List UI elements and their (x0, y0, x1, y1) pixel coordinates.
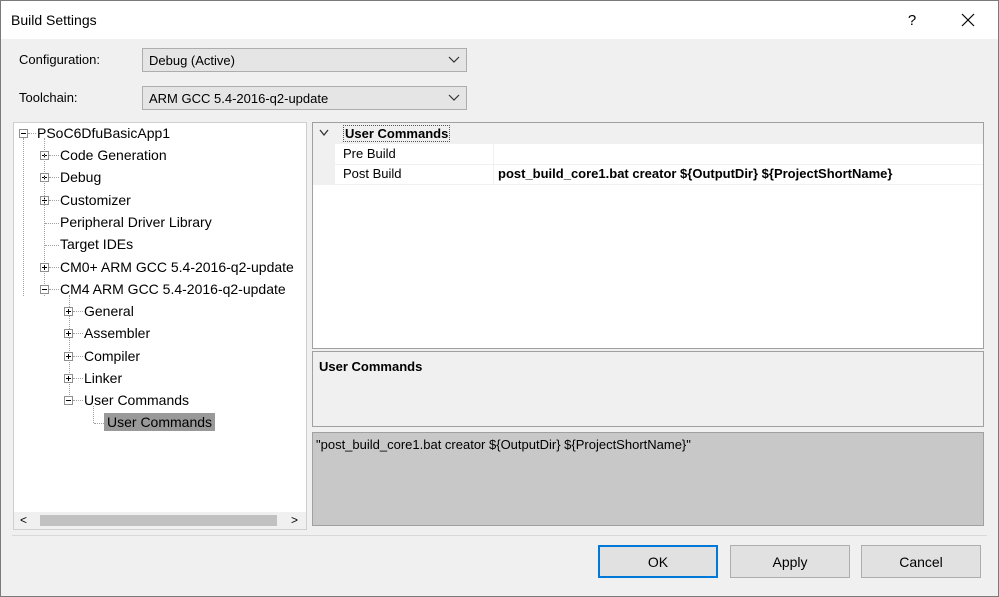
help-button[interactable]: ? (895, 1, 929, 39)
scroll-thumb[interactable] (40, 515, 277, 526)
build-settings-window: Build Settings ? Configuration: Debug (A… (0, 0, 999, 597)
tree-item-user-commands-selected[interactable]: User Commands (104, 413, 216, 431)
tree-root[interactable]: PSoC6DfuBasicApp1 (37, 124, 170, 142)
collapse-icon[interactable] (64, 396, 73, 405)
tree-item-debug[interactable]: Debug (60, 168, 101, 186)
description-title: User Commands (319, 359, 423, 374)
value-preview-box[interactable]: "post_build_core1.bat creator ${OutputDi… (312, 432, 984, 526)
configuration-label: Configuration: (19, 52, 100, 67)
settings-tree[interactable]: PSoC6DfuBasicApp1 Code Generation Debug … (13, 122, 307, 530)
tree-item-cm0-toolchain[interactable]: CM0+ ARM GCC 5.4-2016-q2-update (60, 258, 294, 276)
tree-item-compiler[interactable]: Compiler (84, 347, 140, 365)
window-title: Build Settings (11, 12, 97, 28)
property-name: Post Build (343, 166, 402, 181)
property-row-post-build[interactable]: Post Build post_build_core1.bat creator … (313, 164, 983, 185)
description-panel: User Commands (312, 351, 984, 427)
horizontal-scrollbar[interactable]: < > (14, 512, 306, 529)
chevron-down-icon (448, 94, 460, 101)
tree-item-linker[interactable]: Linker (84, 369, 122, 387)
apply-button[interactable]: Apply (730, 545, 850, 578)
scroll-left-arrow[interactable]: < (20, 513, 27, 527)
collapse-icon[interactable] (19, 129, 28, 138)
toolchain-label: Toolchain: (19, 90, 78, 105)
tree-item-cm4-toolchain[interactable]: CM4 ARM GCC 5.4-2016-q2-update (60, 280, 286, 298)
tree-item-customizer[interactable]: Customizer (60, 191, 131, 209)
cancel-button[interactable]: Cancel (861, 545, 981, 578)
close-button[interactable] (945, 1, 991, 39)
divider (12, 535, 987, 536)
tree-item-user-commands[interactable]: User Commands (84, 391, 189, 409)
value-preview-text: "post_build_core1.bat creator ${OutputDi… (316, 437, 691, 452)
tree-item-assembler[interactable]: Assembler (84, 324, 150, 342)
tree-item-general[interactable]: General (84, 302, 134, 320)
expand-icon[interactable] (64, 374, 73, 383)
tree-item-target-ides[interactable]: Target IDEs (60, 235, 133, 253)
title-bar: Build Settings ? (1, 1, 998, 39)
configuration-value: Debug (Active) (149, 53, 235, 68)
scroll-right-arrow[interactable]: > (291, 513, 298, 527)
category-row[interactable]: User Commands (313, 123, 983, 144)
ok-button[interactable]: OK (598, 545, 718, 578)
expand-icon[interactable] (64, 352, 73, 361)
chevron-down-icon (448, 56, 460, 63)
toolchain-select[interactable]: ARM GCC 5.4-2016-q2-update (142, 86, 467, 110)
expand-icon[interactable] (64, 307, 73, 316)
configuration-select[interactable]: Debug (Active) (142, 48, 467, 72)
tree-item-peripheral-driver-library[interactable]: Peripheral Driver Library (60, 213, 212, 231)
expand-icon[interactable] (64, 329, 73, 338)
property-value[interactable]: post_build_core1.bat creator ${OutputDir… (498, 166, 892, 181)
property-name: Pre Build (343, 146, 396, 161)
collapse-icon[interactable] (40, 285, 49, 294)
property-row-pre-build[interactable]: Pre Build (313, 144, 983, 165)
close-icon (961, 13, 975, 27)
category-label: User Commands (343, 125, 451, 142)
property-grid[interactable]: User Commands Pre Build Post Build post_… (312, 122, 984, 349)
toolchain-value: ARM GCC 5.4-2016-q2-update (149, 91, 329, 106)
chevron-down-icon[interactable] (319, 129, 329, 137)
tree-item-code-generation[interactable]: Code Generation (60, 146, 167, 164)
expand-icon[interactable] (40, 263, 49, 272)
